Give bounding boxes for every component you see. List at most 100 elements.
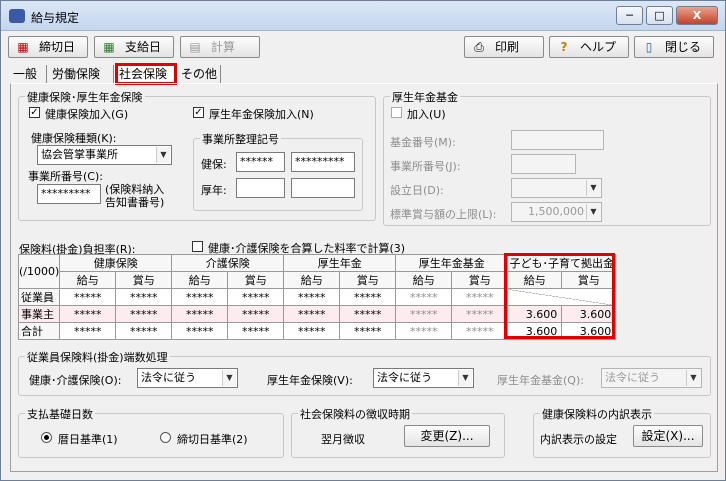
kenpo-field-b[interactable]: ********* <box>291 152 355 172</box>
kenpo-label: 健保: <box>201 158 227 171</box>
choshu-change-button[interactable]: 変更(Z)... <box>404 425 490 447</box>
setsuritsu-field[interactable]: ▼ <box>511 178 602 198</box>
sub-shoyo: 賞与 <box>227 271 285 289</box>
rate-cell[interactable]: ***** <box>171 305 229 323</box>
rate-cell[interactable]: ***** <box>283 305 341 323</box>
maximize-button[interactable]: □ <box>646 6 673 25</box>
rate-cell[interactable]: ***** <box>283 288 341 306</box>
kosei-kanyu-label: 厚生年金保険加入(N) <box>209 108 314 121</box>
kijun-group-title: 支払基礎日数 <box>25 406 95 422</box>
rounding-group-title: 従業員保険料(掛金)端数処理 <box>25 349 170 365</box>
header-kikin: 厚生年金基金 <box>395 254 509 272</box>
kosei-kanyu-checkbox[interactable]: ✓ <box>193 107 204 118</box>
rate-cell[interactable]: ***** <box>59 288 117 306</box>
rate-cell[interactable]: ***** <box>227 305 285 323</box>
reki-radio[interactable] <box>41 432 52 443</box>
reki-label: 暦日基準(1) <box>58 433 118 446</box>
kikin-rounding-value: 法令に従う <box>605 371 660 384</box>
title-bar: 給与規定 ─ □ X <box>1 1 725 31</box>
rate-cell: ***** <box>339 322 397 340</box>
sub-shoyo: 賞与 <box>451 271 509 289</box>
chevron-down-icon: ▼ <box>156 147 170 163</box>
chevron-down-icon: ▼ <box>222 370 236 386</box>
rate-cell: ***** <box>171 322 229 340</box>
uchiwake-label: 内訳表示の設定 <box>540 433 617 446</box>
shikyu-button[interactable]: ▦ 支給日 <box>94 36 174 58</box>
keisan-label: 計算 <box>211 40 236 54</box>
rate-cell[interactable]: ***** <box>171 288 229 306</box>
kikin-rounding-select[interactable]: 法令に従う ▼ <box>601 368 702 388</box>
help-label: ヘルプ <box>580 40 617 54</box>
help-button[interactable]: ? ヘルプ <box>549 36 629 58</box>
kenko-type-select[interactable]: 協会管掌事業所 ▼ <box>37 145 172 165</box>
printer-icon: ⎙ <box>474 40 484 54</box>
kikin-kanyu-checkbox[interactable] <box>391 107 402 118</box>
kosei-rounding-select[interactable]: 法令に従う ▼ <box>373 368 474 388</box>
kikin-kanyu-label: 加入(U) <box>407 108 446 121</box>
chevron-down-icon: ▼ <box>586 180 600 196</box>
grid-icon: ▦ <box>103 40 115 54</box>
office-number-field[interactable]: ********* <box>37 184 101 204</box>
office-note-line2: 告知書番号) <box>105 196 165 209</box>
merge-rate-checkbox[interactable] <box>192 241 203 252</box>
rate-cell[interactable]: ***** <box>227 288 285 306</box>
print-button[interactable]: ⎙ 印刷 <box>464 36 544 58</box>
kenko-kanyu-label: 健康保険加入(G) <box>45 108 129 121</box>
calculator-icon: ▤ <box>189 40 201 54</box>
tab-other[interactable]: その他 <box>181 65 221 83</box>
close-window-button[interactable]: X <box>676 6 718 25</box>
jogen-field[interactable]: 1,500,000 ▼ <box>511 202 602 222</box>
rate-cell[interactable]: ***** <box>59 305 117 323</box>
kaigo-rounding-value: 法令に従う <box>141 371 196 384</box>
row-label: 合計 <box>17 322 61 340</box>
rate-cell: ***** <box>115 322 173 340</box>
help-icon: ? <box>560 40 568 54</box>
chevron-down-icon: ▼ <box>458 370 472 386</box>
kenko-group-title: 健康保険･厚生年金保険 <box>25 89 145 105</box>
tab-labor-insurance[interactable]: 労働保険 <box>52 65 114 83</box>
jogen-label: 標準賞与額の上限(L): <box>390 208 497 221</box>
chevron-down-icon: ▼ <box>686 370 700 386</box>
rate-cell[interactable]: ***** <box>451 305 509 323</box>
shimekiri-radio[interactable] <box>160 432 171 443</box>
tab-general[interactable]: 一般 <box>13 65 47 83</box>
main-window: 給与規定 ─ □ X ▦ 締切日 ▦ 支給日 ▤ 計算 ⎙ 印刷 ? ヘルプ ▯ 閉じる 一… <box>0 0 726 481</box>
kenko-type-value: 協会管掌事業所 <box>41 148 118 161</box>
konen-label: 厚年: <box>201 184 227 197</box>
uchiwake-settings-button[interactable]: 設定(X)... <box>633 425 703 447</box>
sub-kyuyo: 給与 <box>171 271 229 289</box>
close-button[interactable]: ▯ 閉じる <box>634 36 714 58</box>
rate-cell[interactable]: ***** <box>115 305 173 323</box>
choshu-value: 翌月徴収 <box>321 433 365 446</box>
rate-cell: ***** <box>395 322 453 340</box>
kenko-kanyu-checkbox[interactable]: ✓ <box>29 107 40 118</box>
header-kaigo: 介護保険 <box>171 254 285 272</box>
shimekiri-kijun-label: 締切日基準(2) <box>177 433 248 446</box>
rate-cell[interactable]: ***** <box>115 288 173 306</box>
kenpo-field-a[interactable]: ****** <box>236 152 285 172</box>
rate-cell[interactable]: ***** <box>395 305 453 323</box>
row-label: 従業員 <box>17 288 61 306</box>
rate-cell[interactable]: ***** <box>339 288 397 306</box>
kikin-office-field[interactable] <box>511 154 576 174</box>
shimekiri-button[interactable]: ▦ 締切日 <box>8 36 88 58</box>
chevron-down-icon: ▼ <box>586 204 600 220</box>
keisan-button[interactable]: ▤ 計算 <box>180 36 260 58</box>
sub-shoyo: 賞与 <box>115 271 173 289</box>
kikin-number-label: 基金番号(M): <box>390 136 456 149</box>
close-label: 閉じる <box>665 40 702 54</box>
shimekiri-label: 締切日 <box>39 40 76 54</box>
jogen-value: 1,500,000 <box>528 205 584 218</box>
kikin-number-field[interactable] <box>511 130 604 150</box>
kaigo-rounding-label: 健康･介護保険(O): <box>29 374 122 387</box>
rate-cell[interactable]: ***** <box>339 305 397 323</box>
minimize-button[interactable]: ─ <box>616 6 643 25</box>
kaigo-rounding-select[interactable]: 法令に従う ▼ <box>137 368 238 388</box>
konen-field-a[interactable] <box>236 178 285 198</box>
rate-cell: ***** <box>283 322 341 340</box>
rate-cell[interactable]: ***** <box>395 288 453 306</box>
kosei-rounding-label: 厚生年金保険(V): <box>267 374 353 387</box>
rate-cell[interactable]: ***** <box>451 288 509 306</box>
konen-field-b[interactable] <box>291 178 355 198</box>
sub-shoyo: 賞与 <box>339 271 397 289</box>
